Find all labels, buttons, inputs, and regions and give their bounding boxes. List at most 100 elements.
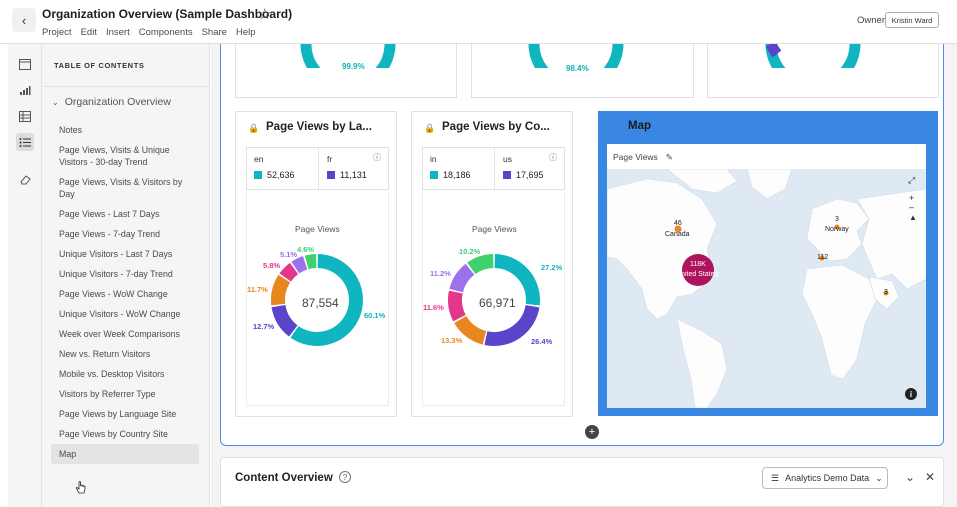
country-donut-total: 66,971: [479, 296, 516, 310]
content-overview-title[interactable]: Content Overview: [235, 472, 333, 484]
pencil-icon[interactable]: ✎: [666, 152, 673, 163]
language-donut-slice-4[interactable]: [279, 262, 299, 282]
swatch-us: [503, 171, 511, 179]
data-source-dropdown[interactable]: ☰ Analytics Demo Data ⌄: [762, 467, 888, 489]
zoom-out-icon[interactable]: –: [909, 202, 914, 212]
toc-item-new-return[interactable]: New vs. Return Visitors: [51, 344, 199, 364]
country-label-5: 11.2%: [430, 269, 451, 278]
eraser-icon[interactable]: [16, 170, 34, 188]
world-map[interactable]: 46 Canada 118K United States 3 Norway 11…: [607, 169, 926, 408]
language-label-4: 5.8%: [263, 261, 281, 270]
country-donut-slice-2[interactable]: [484, 304, 540, 346]
country-card: 🔒 Page Views by Co... in 18,186 us 17,69…: [411, 111, 573, 417]
collapse-icon[interactable]: ⌄: [905, 470, 915, 484]
language-card-title[interactable]: Page Views by La...: [266, 121, 372, 133]
language-donut-slice-6[interactable]: [304, 254, 317, 270]
swatch-fr: [327, 171, 335, 179]
map-card[interactable]: Map Page Views ✎ 46 Canada 118K United S…: [598, 111, 938, 416]
toc-item-country[interactable]: Page Views by Country Site: [51, 424, 199, 444]
chevron-left-icon: ‹: [21, 12, 27, 28]
marker-label-norway: Norway: [825, 226, 849, 233]
top-card-1: 99.9%: [235, 44, 457, 98]
help-icon[interactable]: ?: [339, 471, 351, 483]
map-card-title[interactable]: Map: [628, 120, 651, 132]
top-card-2: 98.4%: [471, 44, 694, 98]
info-icon[interactable]: ⓘ: [549, 152, 557, 163]
toc-item-30day-trend[interactable]: Page Views, Visits & Unique Visitors - 3…: [51, 140, 199, 172]
kpi-number-us: 17,695: [516, 170, 544, 180]
country-card-title[interactable]: Page Views by Co...: [442, 121, 550, 133]
toc-item-pv-wow[interactable]: Page Views - WoW Change: [51, 284, 199, 304]
table-of-contents-icon[interactable]: [16, 133, 34, 151]
country-kpi-box: in 18,186 us 17,695 ⓘ: [422, 147, 565, 190]
panel-icon[interactable]: [16, 55, 34, 73]
left-rail: [8, 44, 42, 507]
dashboard-header: ‹ Organization Overview (Sample Dashboar…: [0, 0, 957, 44]
data-source-label: Analytics Demo Data: [785, 473, 870, 483]
marker-value-canada: 46: [674, 220, 682, 227]
toc-item-referrer[interactable]: Visitors by Referrer Type: [51, 384, 199, 404]
language-donut-title: Page Views: [295, 224, 340, 234]
star-icon[interactable]: ☆: [258, 5, 271, 23]
kpi-value-in: 18,186: [430, 170, 471, 180]
menu-project[interactable]: Project: [42, 27, 72, 38]
toc-item-map[interactable]: Map: [51, 444, 199, 464]
toc-item-mobile-desktop[interactable]: Mobile vs. Desktop Visitors: [51, 364, 199, 384]
info-icon[interactable]: ⓘ: [373, 152, 381, 163]
kpi-number-en: 52,636: [267, 170, 295, 180]
menu-help[interactable]: Help: [236, 27, 256, 38]
language-donut-total: 87,554: [302, 296, 339, 310]
language-label-2: 12.7%: [253, 322, 275, 331]
toc-item-wow-comparisons[interactable]: Week over Week Comparisons: [51, 324, 199, 344]
country-label-4: 11.6%: [423, 303, 444, 312]
lock-icon: 🔒: [248, 123, 260, 133]
map-metric-header: Page Views ✎: [613, 152, 673, 163]
toc-section-header[interactable]: ⌄ Organization Overview: [52, 96, 171, 108]
language-donut-slice-2[interactable]: [271, 304, 298, 337]
fullscreen-icon[interactable]: ⤢: [908, 175, 915, 186]
toc-item-pv-7day[interactable]: Page Views - 7-day Trend: [51, 224, 199, 244]
toc-title: TABLE OF CONTENTS: [54, 61, 145, 70]
menu-insert[interactable]: Insert: [106, 27, 130, 38]
toc-item-uv-7day[interactable]: Unique Visitors - 7-day Trend: [51, 264, 199, 284]
country-donut-slice-3[interactable]: [454, 315, 487, 345]
kpi-value-us: 17,695: [503, 170, 544, 180]
components-icon[interactable]: [16, 107, 34, 125]
country-donut-slice-5[interactable]: [449, 263, 475, 293]
toc-item-by-day[interactable]: Page Views, Visits & Visitors by Day: [51, 172, 199, 204]
menu-components[interactable]: Components: [139, 27, 193, 38]
country-donut-slice-6[interactable]: [467, 254, 494, 275]
add-visualization-button[interactable]: +: [585, 425, 599, 439]
language-donut-slice-5[interactable]: [291, 256, 308, 274]
owner-label: Owner: [857, 15, 885, 26]
map-info-icon[interactable]: i: [905, 388, 917, 400]
language-donut-slice-3[interactable]: [271, 274, 291, 306]
marker-value-middle-east: 3: [884, 289, 888, 296]
table-of-contents: TABLE OF CONTENTS ⌄ Organization Overvie…: [42, 44, 210, 507]
toc-item-uv-last7[interactable]: Unique Visitors - Last 7 Days: [51, 244, 199, 264]
marker-value-norway: 3: [835, 216, 839, 223]
owner-button[interactable]: Kristin Ward: [885, 12, 939, 28]
back-button[interactable]: ‹: [12, 8, 36, 32]
close-icon[interactable]: ✕: [925, 470, 935, 484]
country-donut-title: Page Views: [472, 224, 517, 234]
menu-edit[interactable]: Edit: [81, 27, 97, 38]
reset-north-icon[interactable]: ▲: [909, 213, 917, 222]
toc-item-uv-wow[interactable]: Unique Visitors - WoW Change: [51, 304, 199, 324]
country-label-2: 26.4%: [531, 337, 553, 346]
menu-share[interactable]: Share: [202, 27, 227, 38]
kpi-divider: [318, 148, 319, 189]
country-donut-slice-4[interactable]: [448, 290, 466, 322]
kpi-value-en: 52,636: [254, 170, 295, 180]
toc-item-language[interactable]: Page Views by Language Site: [51, 404, 199, 424]
country-label-1: 27.2%: [541, 263, 563, 272]
language-label-1: 60.1%: [364, 311, 386, 320]
country-label-6: 10.2%: [459, 247, 481, 256]
language-label-6: 4.6%: [297, 245, 315, 254]
toc-item-notes[interactable]: Notes: [51, 120, 199, 140]
chevron-down-icon: ⌄: [52, 97, 59, 107]
top-card-1-pct: 99.9%: [342, 62, 365, 71]
map-marker-us[interactable]: [682, 254, 714, 286]
visualizations-icon[interactable]: [16, 81, 34, 99]
toc-item-pv-last7[interactable]: Page Views - Last 7 Days: [51, 204, 199, 224]
